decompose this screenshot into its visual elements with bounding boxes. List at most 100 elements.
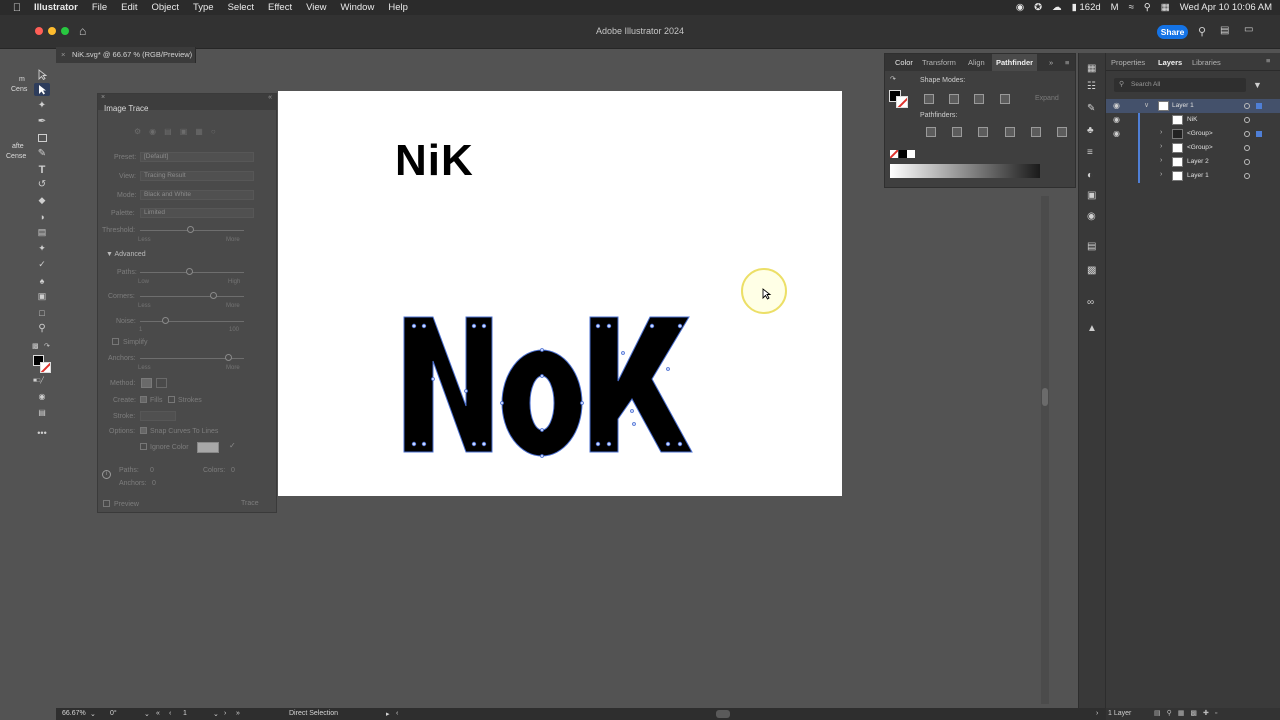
chevron-down-icon[interactable]: ∨	[1144, 101, 1149, 109]
symbols-icon[interactable]: ♣	[1087, 125, 1094, 136]
artboard-tool-icon[interactable]: □	[34, 306, 50, 319]
first-artboard-icon[interactable]: «	[156, 710, 160, 717]
black-swatch[interactable]	[899, 150, 907, 158]
screen-mode-icon[interactable]: ▤	[34, 406, 50, 419]
tab-pathfinder[interactable]: Pathfinder	[992, 54, 1038, 71]
battery-indicator[interactable]: ▮ 162d	[1072, 2, 1101, 13]
overlapping-method-button[interactable]	[156, 378, 167, 388]
fills-checkbox[interactable]	[140, 396, 147, 403]
menu-file[interactable]: File	[92, 2, 107, 13]
layers-dock-icon[interactable]: ▩	[1087, 265, 1096, 276]
wifi-icon[interactable]: ≈	[1129, 2, 1134, 13]
noise-slider-knob[interactable]	[162, 317, 169, 324]
layers-panel-menu-icon[interactable]: ≡	[1266, 56, 1270, 65]
palette-select[interactable]: Limited	[140, 208, 254, 218]
chevron-right-icon[interactable]: ›	[1160, 171, 1162, 178]
shape-builder-tool-icon[interactable]: ◑	[34, 210, 50, 223]
simplify-checkbox[interactable]	[112, 338, 119, 345]
canvas-vertical-scroll-thumb[interactable]	[1042, 388, 1048, 406]
trace-button[interactable]: Trace	[241, 500, 259, 507]
outline-button[interactable]	[1031, 127, 1041, 137]
blend-tool-icon[interactable]: ✦	[34, 242, 50, 255]
rectangle-tool-icon[interactable]	[34, 131, 50, 144]
artboard[interactable]: NiK	[278, 91, 842, 496]
search-icon[interactable]: ⚲	[1144, 2, 1151, 13]
draw-mode-icon[interactable]: ◉	[34, 390, 50, 403]
target-icon[interactable]	[1244, 159, 1250, 165]
menu-effect[interactable]: Effect	[268, 2, 292, 13]
layers-footer-icons[interactable]: ▤⚲▦▩✚▫	[1154, 709, 1223, 717]
fill-stroke-swap-icon[interactable]: ↷	[890, 75, 896, 83]
menu-object[interactable]: Object	[152, 2, 179, 13]
white-swatch[interactable]	[907, 150, 915, 158]
chevron-right-icon[interactable]: ›	[1160, 143, 1162, 150]
tab-libraries[interactable]: Libraries	[1192, 58, 1221, 67]
paths-slider-knob[interactable]	[186, 268, 193, 275]
arrange-panels-icon[interactable]: ▭	[1244, 24, 1253, 35]
menu-help[interactable]: Help	[388, 2, 408, 13]
pf-stroke-swatch[interactable]	[896, 96, 908, 108]
grayscale-spectrum[interactable]	[890, 164, 1040, 178]
selection-tool-icon[interactable]	[34, 68, 50, 81]
type-tool-icon[interactable]: T	[34, 163, 50, 176]
target-icon[interactable]	[1244, 131, 1250, 137]
visibility-eye-icon[interactable]: ◉	[1113, 115, 1120, 124]
color-mode-icons[interactable]: ■□╱	[33, 377, 53, 385]
horizontal-scroll-thumb[interactable]	[716, 710, 730, 718]
menu-view[interactable]: View	[306, 2, 326, 13]
tab-layers[interactable]: Layers	[1158, 58, 1182, 67]
pen-tool-icon[interactable]: ✒	[34, 115, 50, 128]
target-icon[interactable]	[1244, 145, 1250, 151]
appearance-icon[interactable]: ◉	[1087, 211, 1096, 222]
default-colors-icon[interactable]: ▩ ↷	[32, 342, 52, 354]
extension-icon[interactable]: ✪	[1034, 2, 1042, 13]
paintbrush-tool-icon[interactable]: ✎	[34, 147, 50, 160]
visibility-eye-icon[interactable]: ◉	[1113, 129, 1120, 138]
mode-select[interactable]: Black and White	[140, 190, 254, 200]
apple-logo-icon[interactable]: 	[0, 2, 34, 14]
last-artboard-icon[interactable]: »	[236, 710, 240, 717]
letter-k-path[interactable]	[589, 316, 693, 453]
merge-button[interactable]	[978, 127, 988, 137]
strokes-checkbox[interactable]	[168, 396, 175, 403]
tab-properties[interactable]: Properties	[1111, 58, 1145, 67]
chevron-right-icon[interactable]: ›	[1160, 157, 1162, 164]
filter-icon[interactable]: ▼	[1253, 80, 1262, 90]
close-tab-icon[interactable]: ×	[61, 47, 65, 63]
preset-select[interactable]: [Default]	[140, 152, 254, 162]
minus-back-button[interactable]	[1057, 127, 1067, 137]
corners-slider-track[interactable]	[140, 296, 244, 297]
artboard-dropdown-icon[interactable]: ⌄	[213, 710, 219, 718]
tab-align[interactable]: Align	[968, 58, 985, 67]
status-menu-icon[interactable]: ▸	[386, 710, 390, 718]
intersect-button[interactable]	[974, 94, 984, 104]
expand-button[interactable]: Expand	[1035, 95, 1059, 102]
stroke-color-swatch[interactable]	[40, 362, 51, 373]
layer-row-group2[interactable]: › <Group>	[1106, 141, 1280, 155]
zoom-dropdown-icon[interactable]: ⌄	[90, 710, 96, 718]
eraser-tool-icon[interactable]: ◆	[34, 194, 50, 207]
tab-color[interactable]: Color	[895, 58, 913, 67]
zoom-tool-icon[interactable]: ⚲	[34, 322, 50, 335]
menu-app-name[interactable]: Illustrator	[34, 2, 78, 13]
rotate-tool-icon[interactable]: ↺	[34, 178, 50, 191]
abutting-method-button[interactable]	[141, 378, 152, 388]
ignore-color-swatch[interactable]	[197, 442, 219, 453]
control-center-icon[interactable]: ▦	[1161, 2, 1170, 13]
ignore-color-checkbox[interactable]	[140, 443, 147, 450]
cloud-icon[interactable]: ☁	[1052, 2, 1062, 13]
minus-front-button[interactable]	[949, 94, 959, 104]
target-icon[interactable]	[1244, 117, 1250, 123]
graphic-styles-icon[interactable]: ▣	[1087, 190, 1096, 201]
links-icon[interactable]: ∞	[1087, 297, 1094, 308]
live-paint-tool-icon[interactable]: ♠	[34, 274, 50, 287]
noise-slider-track[interactable]	[140, 321, 244, 322]
visibility-eye-icon[interactable]: ◉	[1113, 101, 1120, 110]
letter-o-path[interactable]	[501, 349, 583, 457]
scroll-right-icon[interactable]: ›	[1096, 710, 1098, 717]
stroke-panel-icon[interactable]: ≡	[1087, 147, 1093, 158]
anchors-slider-knob[interactable]	[225, 354, 232, 361]
scroll-left-icon[interactable]: ‹	[396, 710, 398, 717]
trim-button[interactable]	[952, 127, 962, 137]
search-icon[interactable]: ⚲	[1198, 25, 1206, 38]
